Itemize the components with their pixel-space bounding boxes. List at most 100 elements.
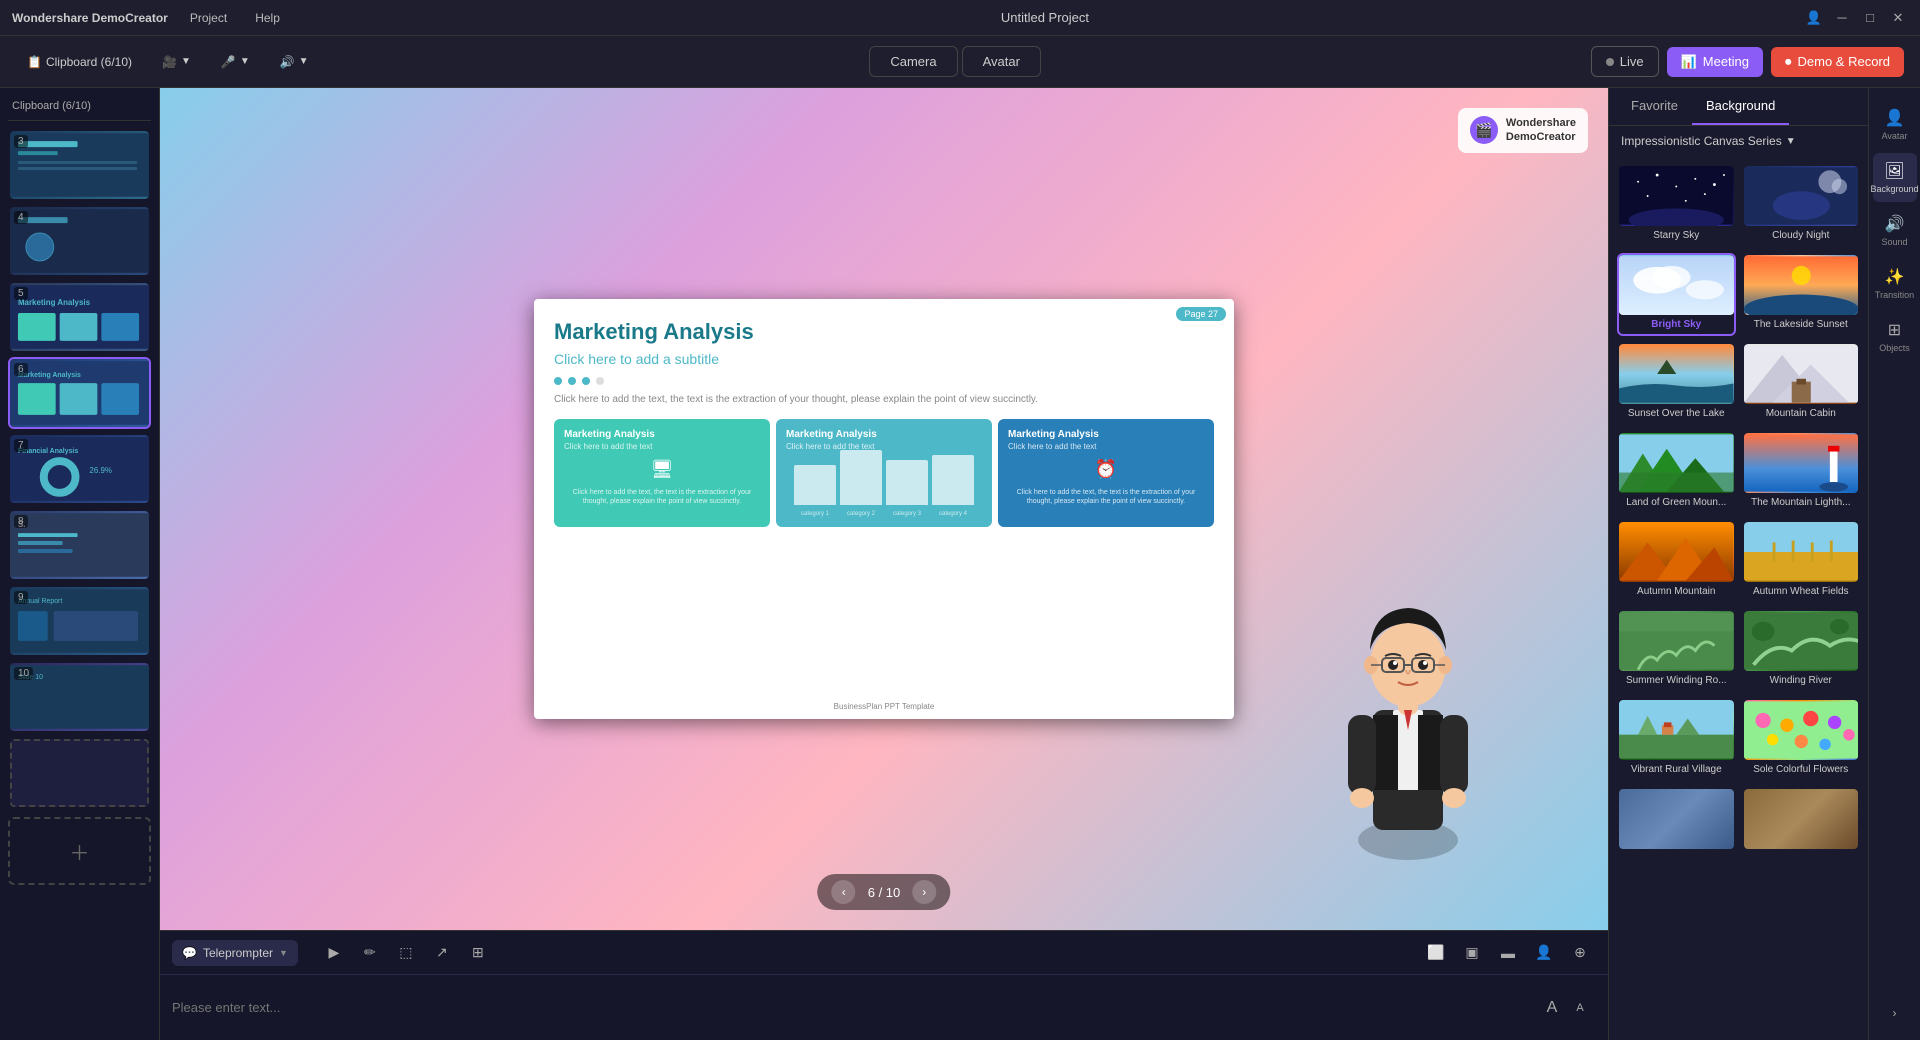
slide-body-text: Click here to add the text, the text is …	[554, 393, 1214, 407]
maximize-btn[interactable]: □	[1860, 8, 1880, 28]
pen-btn[interactable]: ✏	[354, 937, 386, 969]
box-btn[interactable]: ⬚	[390, 937, 422, 969]
tab-camera[interactable]: Camera	[869, 46, 957, 77]
teleprompter-btn[interactable]: 💬 Teleprompter ▼	[172, 940, 298, 966]
video-settings-btn[interactable]: 🎥 ▼	[151, 48, 202, 76]
clipboard-icon: 📋	[27, 55, 42, 69]
background-label: Background	[1870, 184, 1918, 194]
bg-item-sunset[interactable]: Sunset Over the Lake	[1617, 342, 1736, 425]
sound-label: Sound	[1881, 237, 1907, 247]
bg-item-cloudy[interactable]: Cloudy Night	[1742, 164, 1861, 247]
live-btn[interactable]: Live	[1591, 46, 1659, 77]
tab-favorite[interactable]: Favorite	[1617, 88, 1692, 125]
bg-item-wheat[interactable]: Autumn Wheat Fields	[1742, 520, 1861, 603]
close-btn[interactable]: ✕	[1888, 8, 1908, 28]
title-bar-menu: Project Help	[184, 9, 286, 27]
clipboard-btn[interactable]: 📋 Clipboard (6/10)	[16, 48, 143, 76]
slide-thumb-5[interactable]: 5 Marketing Analysis	[8, 281, 151, 353]
bg-item-rural[interactable]: Vibrant Rural Village	[1617, 698, 1736, 781]
slide-num-10: 10	[14, 667, 33, 680]
expand-panel-btn[interactable]: ›	[1873, 998, 1917, 1028]
bg-label-sunset: Sunset Over the Lake	[1619, 404, 1734, 423]
screen2-btn[interactable]: ▣	[1456, 937, 1488, 969]
tab-avatar[interactable]: Avatar	[962, 46, 1041, 77]
bg-label-flowers: Sole Colorful Flowers	[1744, 760, 1859, 779]
chat-icon: 💬	[182, 946, 197, 960]
slide-content: Marketing Analysis Click here to add a s…	[534, 299, 1234, 547]
side-icon-sound[interactable]: 🔊 Sound	[1873, 206, 1917, 255]
bottom-panel: 💬 Teleprompter ▼ ▶ ✏ ⬚ ↗ ⊞ ⬜ ▣ ▬ 👤 ⊕	[160, 930, 1608, 1040]
bg-item-autumn-mtn[interactable]: Autumn Mountain	[1617, 520, 1736, 603]
minimize-btn[interactable]: ─	[1832, 8, 1852, 28]
slide-img-4	[10, 207, 149, 275]
bg-label-bright: Bright Sky	[1619, 315, 1734, 334]
menu-help[interactable]: Help	[249, 9, 286, 27]
sound-icon: 🔊	[1885, 214, 1905, 234]
clipboard-label: Clipboard (6/10)	[46, 55, 132, 69]
bg-item-extra1[interactable]	[1617, 787, 1736, 859]
bg-row-3: Sunset Over the Lake Mountain Cabin	[1617, 342, 1860, 425]
window-btn[interactable]: ▬	[1492, 937, 1524, 969]
slide-thumb-3[interactable]: 3	[8, 129, 151, 201]
meeting-btn[interactable]: 📊 Meeting	[1667, 47, 1763, 77]
bg-thumb-autumn-mtn	[1619, 522, 1734, 582]
slide-thumb-8[interactable]: 8 S.	[8, 509, 151, 581]
slide-num-6: 6	[14, 363, 28, 376]
bg-item-lakeside[interactable]: The Lakeside Sunset	[1742, 253, 1861, 336]
play-btn[interactable]: ▶	[318, 937, 350, 969]
chat-btn[interactable]: ↗	[426, 937, 458, 969]
menu-project[interactable]: Project	[184, 9, 233, 27]
bg-label-extra2	[1744, 849, 1859, 857]
toolbar-right: Live 📊 Meeting ⏺ Demo & Record	[1591, 46, 1904, 77]
slide-card-1: Marketing Analysis Click here to add the…	[554, 419, 770, 527]
user-icon-btn[interactable]: 👤	[1804, 8, 1824, 28]
avatar-figure	[1328, 550, 1488, 870]
series-select[interactable]: Impressionistic Canvas Series ▼	[1621, 134, 1796, 148]
title-bar: Wondershare DemoCreator Project Help Unt…	[0, 0, 1920, 36]
bg-item-bright[interactable]: Bright Sky	[1617, 253, 1736, 336]
add-slide-btn[interactable]: ＋	[8, 817, 151, 885]
bg-label-cloudy: Cloudy Night	[1744, 226, 1859, 245]
slide-thumb-7[interactable]: 7 Financial Analysis 26.9%	[8, 433, 151, 505]
card3-sub: Click here to add the text	[1008, 442, 1204, 451]
bg-item-summer-winding[interactable]: Summer Winding Ro...	[1617, 609, 1736, 692]
bg-item-green[interactable]: Land of Green Moun...	[1617, 431, 1736, 514]
side-icon-avatar[interactable]: 👤 Avatar	[1873, 100, 1917, 149]
bg-item-extra2[interactable]	[1742, 787, 1861, 859]
tab-background[interactable]: Background	[1692, 88, 1789, 125]
bg-item-winding[interactable]: Winding River	[1742, 609, 1861, 692]
bg-item-flowers[interactable]: Sole Colorful Flowers	[1742, 698, 1861, 781]
page-next-btn[interactable]: ›	[912, 880, 936, 904]
screen-btn[interactable]: ⬜	[1420, 937, 1452, 969]
slide-num-9: 9	[14, 591, 28, 604]
slide-thumb-10[interactable]: 10 Slide 10	[8, 661, 151, 733]
side-icon-background[interactable]: 🖼 Background	[1873, 153, 1917, 202]
mic-settings-btn[interactable]: 🎤 ▼	[210, 48, 261, 76]
page-prev-btn[interactable]: ‹	[832, 880, 856, 904]
grid-btn[interactable]: ⊞	[462, 937, 494, 969]
demo-btn[interactable]: ⏺ Demo & Record	[1771, 47, 1904, 77]
card1-text: Click here to add the text, the text is …	[564, 488, 760, 506]
slide-card-2: Marketing Analysis Click here to add the…	[776, 419, 992, 527]
slide-thumb-4[interactable]: 4	[8, 205, 151, 277]
font-decrease-btn[interactable]: A	[1568, 996, 1592, 1020]
slide-frame[interactable]: Page 27 Marketing Analysis Click here to…	[534, 299, 1234, 719]
font-increase-btn[interactable]: A	[1540, 996, 1564, 1020]
meeting-label: Meeting	[1703, 54, 1749, 69]
bg-label-autumn-mtn: Autumn Mountain	[1619, 582, 1734, 601]
speaker-settings-btn[interactable]: 🔊 ▼	[269, 48, 320, 76]
teleprompter-input[interactable]	[160, 992, 1540, 1023]
side-icon-transition[interactable]: ✨ Transition	[1873, 259, 1917, 308]
slide-thumb-9[interactable]: 9 Annual Report	[8, 585, 151, 657]
person-btn[interactable]: 👤	[1528, 937, 1560, 969]
bg-item-mountain[interactable]: Mountain Cabin	[1742, 342, 1861, 425]
window-title: Untitled Project	[302, 10, 1788, 25]
bg-item-starry[interactable]: Starry Sky	[1617, 164, 1736, 247]
bg-item-lighthouse[interactable]: The Mountain Lighth...	[1742, 431, 1861, 514]
share-btn[interactable]: ⊕	[1564, 937, 1596, 969]
series-label: Impressionistic Canvas Series	[1621, 134, 1782, 148]
slide-thumb-6[interactable]: 6 Marketing Analysis	[8, 357, 151, 429]
slide-cards: Marketing Analysis Click here to add the…	[554, 419, 1214, 527]
side-icon-objects[interactable]: ⊞ Objects	[1873, 312, 1917, 361]
bottom-right-icons: ⬜ ▣ ▬ 👤 ⊕	[1420, 937, 1596, 969]
